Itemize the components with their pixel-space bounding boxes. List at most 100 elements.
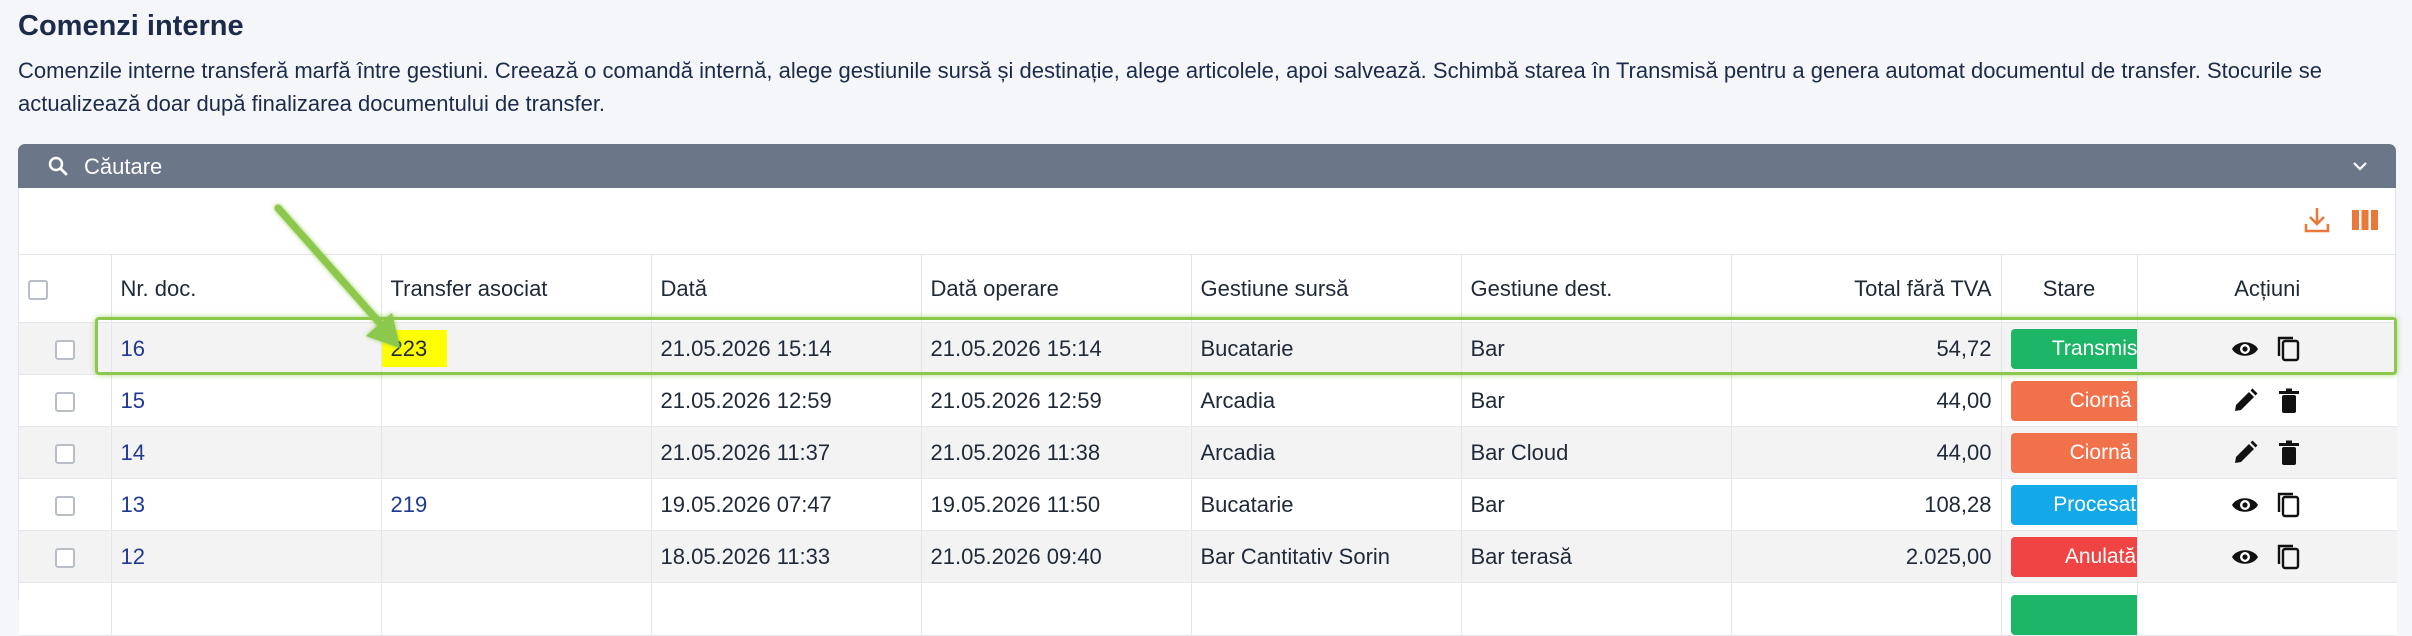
table-row[interactable]: 15 21.05.2026 12:59 21.05.2026 12:59 Arc… bbox=[19, 374, 2397, 427]
cell-dest: Bar terasă bbox=[1461, 530, 1732, 583]
row-checkbox-cell[interactable] bbox=[19, 530, 112, 583]
col-gestiune-dest[interactable]: Gestiune dest. bbox=[1461, 254, 1732, 323]
page-description: Comenzile interne transferă marfă între … bbox=[18, 58, 2322, 116]
doc-link[interactable]: 13 bbox=[121, 492, 145, 517]
status-badge-partial bbox=[2010, 595, 2136, 635]
search-label: Căutare bbox=[84, 154, 163, 179]
table-row[interactable]: 13 219 19.05.2026 07:47 19.05.2026 11:50… bbox=[19, 478, 2397, 531]
select-all-checkbox[interactable] bbox=[28, 279, 48, 300]
table-header-row: Nr. doc. Transfer asociat Dată Dată oper… bbox=[19, 254, 2397, 323]
cell-actions bbox=[2137, 478, 2397, 531]
cell-transfer[interactable] bbox=[381, 426, 652, 479]
cell-dest: Bar bbox=[1461, 322, 1732, 375]
download-icon[interactable] bbox=[2301, 204, 2333, 236]
table-row[interactable]: 12 18.05.2026 11:33 21.05.2026 09:40 Bar… bbox=[19, 530, 2397, 583]
row-checkbox-cell[interactable] bbox=[19, 478, 112, 531]
col-gestiune-sursa[interactable]: Gestiune sursă bbox=[1191, 254, 1462, 323]
row-checkbox-cell[interactable] bbox=[19, 426, 112, 479]
cell-actions bbox=[2137, 530, 2397, 583]
eye-icon[interactable] bbox=[2230, 334, 2260, 364]
row-checkbox[interactable] bbox=[54, 391, 75, 412]
cell-nr-doc[interactable]: 12 bbox=[111, 530, 382, 583]
status-badge: Procesată bbox=[2010, 484, 2136, 525]
columns-icon[interactable] bbox=[2349, 204, 2381, 236]
doc-link[interactable]: 16 bbox=[121, 336, 145, 361]
row-checkbox-cell[interactable] bbox=[19, 322, 112, 375]
cell-stare: Anulată bbox=[2001, 530, 2138, 583]
cell-data-operare: 21.05.2026 11:38 bbox=[921, 426, 1192, 479]
cell-data: 19.05.2026 07:47 bbox=[651, 478, 922, 531]
cell-dest: Bar bbox=[1461, 374, 1732, 427]
col-data[interactable]: Dată bbox=[651, 254, 922, 323]
row-checkbox[interactable] bbox=[54, 339, 75, 360]
status-badge: Ciornă bbox=[2010, 432, 2136, 473]
cell-dest: Bar bbox=[1461, 478, 1732, 531]
cell-data-operare: 21.05.2026 09:40 bbox=[921, 530, 1192, 583]
chevron-down-icon[interactable] bbox=[2350, 156, 2370, 176]
cell-nr-doc[interactable]: 14 bbox=[111, 426, 382, 479]
search-toggle-bar[interactable]: Căutare bbox=[18, 144, 2396, 188]
copy-icon[interactable] bbox=[2274, 334, 2304, 364]
pencil-icon[interactable] bbox=[2230, 438, 2260, 468]
pencil-icon[interactable] bbox=[2230, 386, 2260, 416]
cell-stare: Procesată bbox=[2001, 478, 2138, 531]
cell-stare: Ciornă bbox=[2001, 426, 2138, 479]
cell-data: 21.05.2026 11:37 bbox=[651, 426, 922, 479]
row-checkbox[interactable] bbox=[54, 443, 75, 464]
table-row[interactable]: 16 223 21.05.2026 15:14 21.05.2026 15:14… bbox=[19, 322, 2397, 375]
cell-total: 54,72 bbox=[1731, 322, 2002, 375]
cell-data-operare: 21.05.2026 12:59 bbox=[921, 374, 1192, 427]
cell-data: 18.05.2026 11:33 bbox=[651, 530, 922, 583]
eye-icon[interactable] bbox=[2230, 542, 2260, 572]
cell-data-operare: 19.05.2026 11:50 bbox=[921, 478, 1192, 531]
status-badge: Anulată bbox=[2010, 536, 2136, 577]
row-checkbox[interactable] bbox=[54, 547, 75, 568]
doc-link[interactable]: 14 bbox=[121, 440, 145, 465]
trash-icon[interactable] bbox=[2274, 386, 2304, 416]
trash-icon[interactable] bbox=[2274, 438, 2304, 468]
table-row-partial bbox=[19, 582, 2397, 636]
cell-transfer[interactable] bbox=[381, 374, 652, 427]
cell-transfer[interactable] bbox=[381, 530, 652, 583]
cell-stare: Transmisă bbox=[2001, 322, 2138, 375]
row-checkbox[interactable] bbox=[54, 495, 75, 516]
page-title: Comenzi interne bbox=[18, 10, 244, 42]
doc-link[interactable]: 15 bbox=[121, 388, 145, 413]
cell-actions bbox=[2137, 374, 2397, 427]
doc-link[interactable]: 12 bbox=[121, 544, 145, 569]
cell-actions bbox=[2137, 322, 2397, 375]
cell-data: 21.05.2026 15:14 bbox=[651, 322, 922, 375]
col-transfer[interactable]: Transfer asociat bbox=[381, 254, 652, 323]
orders-table: Nr. doc. Transfer asociat Dată Dată oper… bbox=[19, 254, 2397, 636]
cell-total: 108,28 bbox=[1731, 478, 2002, 531]
copy-icon[interactable] bbox=[2274, 542, 2304, 572]
cell-sursa: Bar Cantitativ Sorin bbox=[1191, 530, 1462, 583]
cell-data-operare: 21.05.2026 15:14 bbox=[921, 322, 1192, 375]
cell-total: 44,00 bbox=[1731, 426, 2002, 479]
copy-icon[interactable] bbox=[2274, 490, 2304, 520]
cell-data: 21.05.2026 12:59 bbox=[651, 374, 922, 427]
cell-transfer[interactable]: 223 bbox=[381, 322, 652, 375]
cell-stare: Ciornă bbox=[2001, 374, 2138, 427]
row-checkbox-cell[interactable] bbox=[19, 374, 112, 427]
cell-sursa: Arcadia bbox=[1191, 374, 1462, 427]
col-total[interactable]: Total fără TVA bbox=[1731, 254, 2002, 323]
cell-sursa: Bucatarie bbox=[1191, 478, 1462, 531]
cell-transfer[interactable]: 219 bbox=[381, 478, 652, 531]
transfer-link[interactable]: 219 bbox=[391, 492, 428, 517]
transfer-link[interactable]: 223 bbox=[381, 329, 448, 367]
cell-nr-doc[interactable]: 16 bbox=[111, 322, 382, 375]
eye-icon[interactable] bbox=[2230, 490, 2260, 520]
col-nr-doc[interactable]: Nr. doc. bbox=[111, 254, 382, 323]
cell-nr-doc[interactable]: 13 bbox=[111, 478, 382, 531]
cell-total: 44,00 bbox=[1731, 374, 2002, 427]
cell-nr-doc[interactable]: 15 bbox=[111, 374, 382, 427]
col-stare[interactable]: Stare bbox=[2001, 254, 2138, 323]
col-actiuni: Acțiuni bbox=[2137, 254, 2397, 323]
cell-actions bbox=[2137, 426, 2397, 479]
table-row[interactable]: 14 21.05.2026 11:37 21.05.2026 11:38 Arc… bbox=[19, 426, 2397, 479]
status-badge: Transmisă bbox=[2010, 328, 2136, 369]
cell-sursa: Bucatarie bbox=[1191, 322, 1462, 375]
select-all-checkbox-cell[interactable] bbox=[19, 254, 112, 323]
col-data-operare[interactable]: Dată operare bbox=[921, 254, 1192, 323]
